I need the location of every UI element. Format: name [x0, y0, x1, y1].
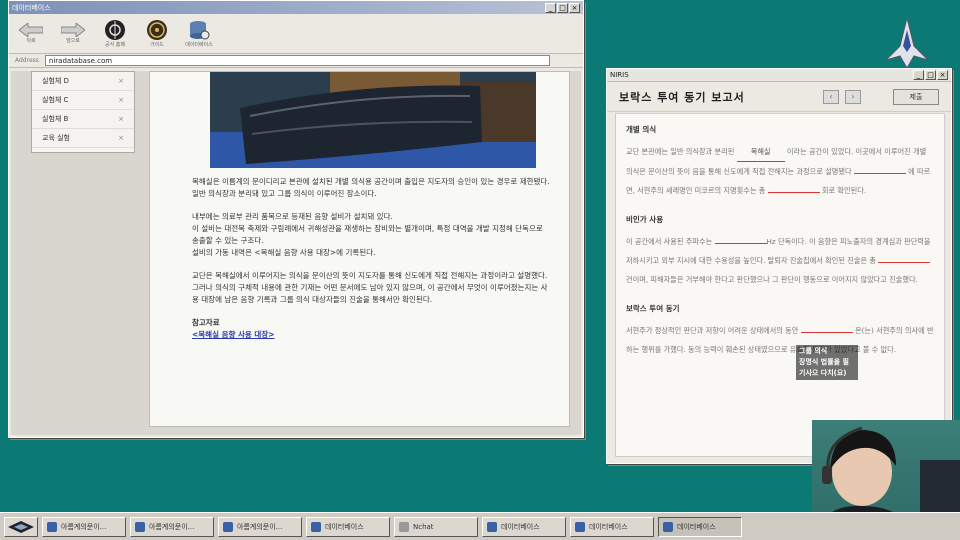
list-item[interactable]: 실험체 C × — [32, 91, 134, 110]
paragraph: 목해실은 이름계의 문이디리교 본관에 설치된 개별 의식용 공간이며 출입은 … — [192, 177, 550, 198]
document-panel: 목해실은 이름계의 문이디리교 본관에 설치된 개별 의식용 공간이며 출입은 … — [149, 71, 570, 427]
reference-link[interactable]: <목해실 음향 사용 대장> — [192, 329, 552, 341]
room-photo — [210, 72, 536, 168]
spaceship-desktop-icon[interactable] — [884, 16, 930, 76]
seal-icon — [147, 20, 167, 40]
guide-button[interactable]: 가이드 — [143, 19, 171, 48]
answer-blank[interactable] — [800, 332, 853, 333]
taskbar-item[interactable]: 아름계의문이... — [130, 516, 214, 537]
taskbar-item[interactable]: 데이터베이스 — [482, 516, 566, 537]
address-bar: Address niradatabase.com — [9, 54, 583, 68]
niris-titlebar[interactable]: NIRIS _ □ × — [607, 69, 951, 82]
close-button[interactable]: × — [569, 2, 580, 13]
taskbar: 아름계의문이... 아름계의문이... 아름계의문이... 데이터베이스 Nch… — [0, 512, 960, 540]
taskbar-item[interactable]: 데이터베이스 — [306, 516, 390, 537]
caption-overlay: 그룹 의식 장명식 법률을 필기사으 다치(요) — [796, 345, 858, 380]
address-label: Address — [15, 57, 39, 64]
document-body: 목해실은 이름계의 문이디리교 본관에 설치된 개별 의식용 공간이며 출입은 … — [192, 176, 552, 341]
window-title: 데이터베이스 — [12, 3, 51, 12]
close-icon[interactable]: × — [118, 96, 124, 104]
forward-button[interactable]: 앞으로 — [59, 23, 87, 44]
answer-blank[interactable]: 목해실 — [736, 142, 785, 162]
answer-blank[interactable] — [767, 192, 820, 193]
window-icon — [575, 521, 585, 532]
answer-blank[interactable] — [853, 173, 906, 174]
taskbar-item[interactable]: 데이터베이스 — [658, 516, 742, 537]
chat-icon — [399, 521, 409, 532]
taskbar-item[interactable]: 아름계의문이... — [218, 516, 302, 537]
close-icon[interactable]: × — [118, 134, 124, 142]
reference-title: 참고자료 — [192, 318, 220, 327]
browser-content: 실험체 D × 실험체 C × 실험체 B × 교육 실험 × 목해실은 이름계의 문이… — [11, 71, 581, 435]
section-heading: 비인가 사용 — [626, 215, 664, 224]
section-body: 이 공간에서 사용된 주파수는 Hz 단독이다. 이 음향은 피노출자의 경계심… — [626, 237, 931, 284]
report-header: 보락스 투여 동기 보고서 ‹ › 제출 — [607, 82, 951, 112]
answer-blank[interactable] — [714, 243, 767, 244]
maximize-button[interactable]: □ — [925, 70, 936, 80]
section-heading: 개별 의식 — [626, 125, 657, 134]
start-logo-icon — [8, 520, 34, 533]
subject-list: 실험체 D × 실험체 C × 실험체 B × 교육 실험 × — [31, 71, 135, 153]
paragraph: 내부에는 의료부 관리 품목으로 등재된 음향 설비가 설치돼 있다. 이 설비… — [192, 212, 543, 257]
submit-button[interactable]: 제출 — [893, 88, 939, 105]
paragraph: 교단은 목해실에서 이루어지는 의식을 문이산의 뜻이 지도자를 통해 신도에게… — [192, 271, 548, 304]
emblem-icon — [105, 20, 125, 40]
section-heading: 보락스 투여 동기 — [626, 304, 680, 313]
database-icon — [190, 21, 210, 40]
niris-window: NIRIS _ □ × 보락스 투여 동기 보고서 ‹ › 제출 개별 의식 교… — [606, 68, 952, 464]
report-title: 보락스 투여 동기 보고서 — [619, 90, 745, 104]
prev-page-button[interactable]: ‹ — [823, 89, 839, 104]
section-body: 서현주가 정상적인 판단과 저항이 어려운 상태에서의 동안 온(는) 서현주의… — [626, 326, 934, 354]
official-home-button[interactable]: 공식 홈페 — [101, 19, 129, 48]
close-button[interactable]: × — [937, 70, 948, 80]
back-button[interactable]: 뒤로 — [17, 23, 45, 44]
browser-toolbar: 뒤로 앞으로 공식 홈페 가이드 데이터베이스 — [9, 14, 583, 54]
window-icon — [663, 521, 673, 532]
taskbar-item[interactable]: Nchat — [394, 516, 478, 537]
section-body: 교단 본관에는 일반 의식장과 분리된 목해실 이라는 공간이 있었다. 이곳에… — [626, 142, 934, 200]
list-item[interactable]: 실험체 B × — [32, 110, 134, 129]
window-icon — [223, 521, 233, 532]
database-titlebar[interactable]: 데이터베이스 _ □ × — [9, 1, 583, 14]
database-button[interactable]: 데이터베이스 — [185, 19, 213, 48]
taskbar-item[interactable]: 아름계의문이... — [42, 516, 126, 537]
report-body: 개별 의식 교단 본관에는 일반 의식장과 분리된 목해실 이라는 공간이 있었… — [615, 113, 945, 457]
address-input[interactable]: niradatabase.com — [44, 55, 550, 66]
forward-arrow-icon — [61, 23, 85, 37]
list-item[interactable]: 교육 실험 × — [32, 129, 134, 148]
answer-blank[interactable] — [878, 262, 931, 263]
close-icon[interactable]: × — [118, 115, 124, 123]
window-icon — [311, 521, 321, 532]
start-button[interactable] — [4, 516, 38, 537]
taskbar-item[interactable]: 데이터베이스 — [570, 516, 654, 537]
window-icon — [135, 521, 145, 532]
minimize-button[interactable]: _ — [913, 70, 924, 80]
minimize-button[interactable]: _ — [545, 2, 556, 13]
window-title: NIRIS — [610, 71, 629, 79]
maximize-button[interactable]: □ — [557, 2, 568, 13]
list-item[interactable]: 실험체 D × — [32, 72, 134, 91]
database-window: 데이터베이스 _ □ × 뒤로 앞으로 공식 홈페 가이드 데이터베이스 Add… — [8, 0, 584, 438]
close-icon[interactable]: × — [118, 77, 124, 85]
window-icon — [487, 521, 497, 532]
back-arrow-icon — [19, 23, 43, 37]
next-page-button[interactable]: › — [845, 89, 861, 104]
window-icon — [47, 521, 57, 532]
